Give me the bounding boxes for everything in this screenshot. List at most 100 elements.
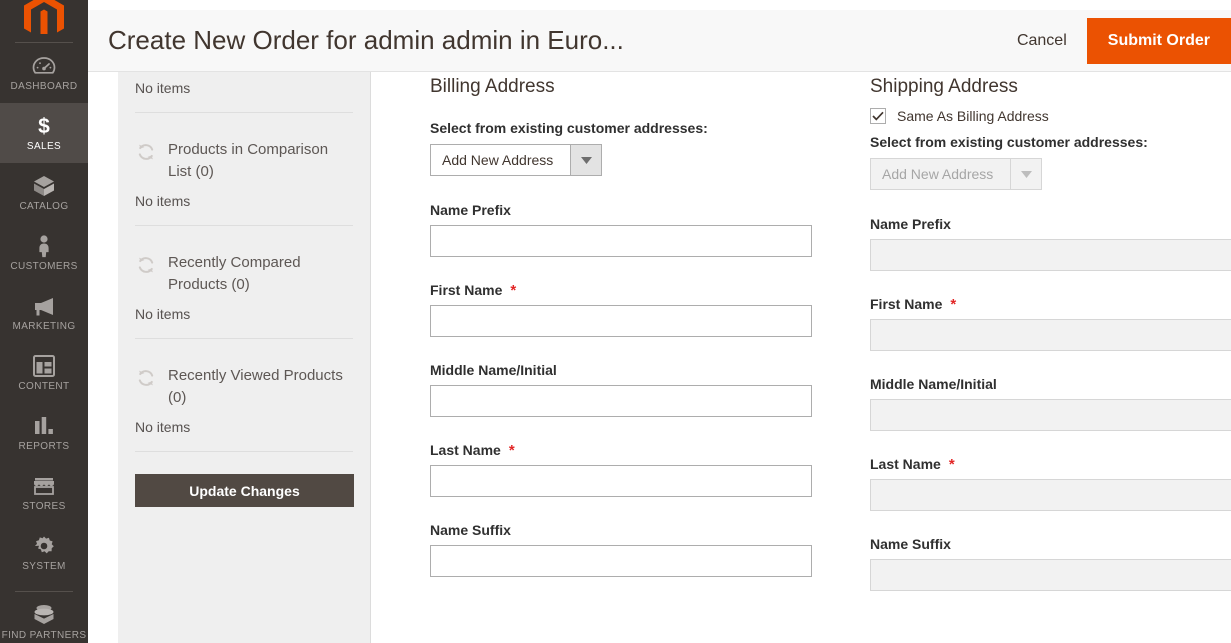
field-label-text: Last Name <box>870 456 941 472</box>
field-label-text: First Name <box>430 282 503 298</box>
shipping-first-name-label: First Name * <box>870 296 1231 312</box>
field-label-text: Middle Name/Initial <box>870 376 997 392</box>
sidebar-item-label: SYSTEM <box>22 561 66 572</box>
billing-name-suffix-label: Name Suffix <box>430 522 830 538</box>
svg-text:$: $ <box>38 115 50 138</box>
storefront-icon <box>32 474 56 498</box>
shipping-name-suffix-input[interactable] <box>870 559 1231 591</box>
shipping-middle-name-input[interactable] <box>870 399 1231 431</box>
shipping-last-name-label: Last Name * <box>870 456 1231 472</box>
person-icon <box>34 234 54 258</box>
comparison-list-empty-text: No items <box>135 193 191 209</box>
recently-viewed-empty-text: No items <box>135 419 191 435</box>
sidebar-item-find-partners[interactable]: FIND PARTNERS <box>0 592 88 643</box>
bar-chart-icon <box>33 414 55 438</box>
field-label-text: Name Suffix <box>870 536 951 552</box>
required-marker: * <box>950 295 957 313</box>
billing-address-select[interactable]: Add New Address <box>430 144 602 176</box>
shipping-address-select-value[interactable]: Add New Address <box>870 158 1010 190</box>
submit-order-button[interactable]: Submit Order <box>1086 17 1231 64</box>
field-label-text: First Name <box>870 296 943 312</box>
sidebar-item-content[interactable]: CONTENT <box>0 343 88 403</box>
check-icon <box>872 111 884 121</box>
chevron-down-icon[interactable] <box>1010 158 1042 190</box>
magento-logo[interactable] <box>0 0 88 34</box>
recently-compared-empty-text: No items <box>135 306 191 322</box>
sidebar-item-dashboard[interactable]: DASHBOARD <box>0 43 88 103</box>
sidebar-item-label: CONTENT <box>18 381 70 392</box>
refresh-icon[interactable] <box>135 141 157 163</box>
panel-separator <box>135 451 353 452</box>
shipping-name-prefix-label: Name Prefix <box>870 216 1231 232</box>
shipping-address-select[interactable]: Add New Address <box>870 158 1042 190</box>
shipping-select-label: Select from existing customer addresses: <box>870 134 1148 150</box>
sidebar-item-label: REPORTS <box>18 441 70 452</box>
recently-viewed-block-header: Recently Viewed Products (0) <box>135 339 353 409</box>
refresh-icon[interactable] <box>135 254 157 276</box>
same-as-billing-checkbox[interactable] <box>870 108 886 124</box>
billing-first-name-label: First Name * <box>430 282 830 298</box>
magento-logo-mark <box>24 0 64 34</box>
sidebar-item-marketing[interactable]: MARKETING <box>0 283 88 343</box>
shipping-last-name-input[interactable] <box>870 479 1231 511</box>
sidebar-item-label: CATALOG <box>19 201 69 212</box>
field-label-text: Name Suffix <box>430 522 511 538</box>
megaphone-icon <box>31 294 57 318</box>
billing-middle-name-input[interactable] <box>430 385 812 417</box>
field-label-text: Last Name <box>430 442 501 458</box>
sidebar: DASHBOARD $ SALES CATALOG CUSTOMERS MARK… <box>0 0 88 643</box>
sidebar-item-customers[interactable]: CUSTOMERS <box>0 223 88 283</box>
recently-viewed-title: Recently Viewed Products (0) <box>168 367 343 406</box>
required-marker: * <box>510 281 517 299</box>
sidebar-item-label: FIND PARTNERS <box>1 630 87 641</box>
magento-logo-icon <box>24 0 64 34</box>
chevron-down-icon[interactable] <box>570 144 602 176</box>
layout-icon <box>33 354 55 378</box>
billing-address-select-value[interactable]: Add New Address <box>430 144 570 176</box>
billing-last-name-label: Last Name * <box>430 442 830 458</box>
shipping-name-suffix-label: Name Suffix <box>870 536 1231 552</box>
page-title: Create New Order for admin admin in Euro… <box>108 25 624 55</box>
header-actions: Cancel Submit Order <box>1003 10 1231 71</box>
field-label-text: Name Prefix <box>870 216 951 232</box>
sidebar-item-catalog[interactable]: CATALOG <box>0 163 88 223</box>
order-address-form: Billing Address Select from existing cus… <box>371 62 1231 643</box>
recently-compared-block-header: Recently Compared Products (0) <box>135 226 353 296</box>
shipping-first-name-input[interactable] <box>870 319 1231 351</box>
billing-select-label: Select from existing customer addresses: <box>430 120 708 136</box>
billing-address-column: Billing Address Select from existing cus… <box>430 62 830 602</box>
sidebar-item-system[interactable]: SYSTEM <box>0 523 88 583</box>
billing-first-name-input[interactable] <box>430 305 812 337</box>
customer-activities-panel: No items Products in Comparison List (0)… <box>118 62 371 643</box>
shipping-name-prefix-input[interactable] <box>870 239 1231 271</box>
sidebar-item-label: SALES <box>26 141 62 152</box>
field-label-text: Middle Name/Initial <box>430 362 557 378</box>
comparison-list-block-header: Products in Comparison List (0) <box>135 113 353 183</box>
page-header: Create New Order for admin admin in Euro… <box>88 10 1231 72</box>
sidebar-item-sales[interactable]: $ SALES <box>0 103 88 163</box>
billing-name-prefix-input[interactable] <box>430 225 812 257</box>
dollar-icon: $ <box>34 114 54 138</box>
sidebar-item-label: DASHBOARD <box>10 81 78 92</box>
required-marker: * <box>948 455 955 473</box>
sidebar-item-label: CUSTOMERS <box>10 261 78 272</box>
cancel-button[interactable]: Cancel <box>1003 32 1081 50</box>
billing-last-name-input[interactable] <box>430 465 812 497</box>
update-changes-button[interactable]: Update Changes <box>135 474 354 507</box>
comparison-list-title: Products in Comparison List (0) <box>168 141 329 180</box>
sidebar-item-stores[interactable]: STORES <box>0 463 88 523</box>
billing-name-prefix-label: Name Prefix <box>430 202 830 218</box>
box-icon <box>32 174 56 198</box>
shipping-middle-name-label: Middle Name/Initial <box>870 376 1231 392</box>
same-as-billing-label: Same As Billing Address <box>897 108 1049 124</box>
shipping-address-heading: Shipping Address <box>870 76 1018 97</box>
billing-address-heading: Billing Address <box>430 76 555 97</box>
refresh-icon[interactable] <box>135 367 157 389</box>
same-as-billing-row[interactable]: Same As Billing Address <box>870 108 1231 124</box>
shipping-address-column: Shipping Address Same As Billing Address… <box>870 62 1231 616</box>
dashboard-icon <box>32 54 56 78</box>
wishlist-empty-text: No items <box>135 80 191 96</box>
billing-name-suffix-input[interactable] <box>430 545 812 577</box>
field-label-text: Name Prefix <box>430 202 511 218</box>
sidebar-item-reports[interactable]: REPORTS <box>0 403 88 463</box>
